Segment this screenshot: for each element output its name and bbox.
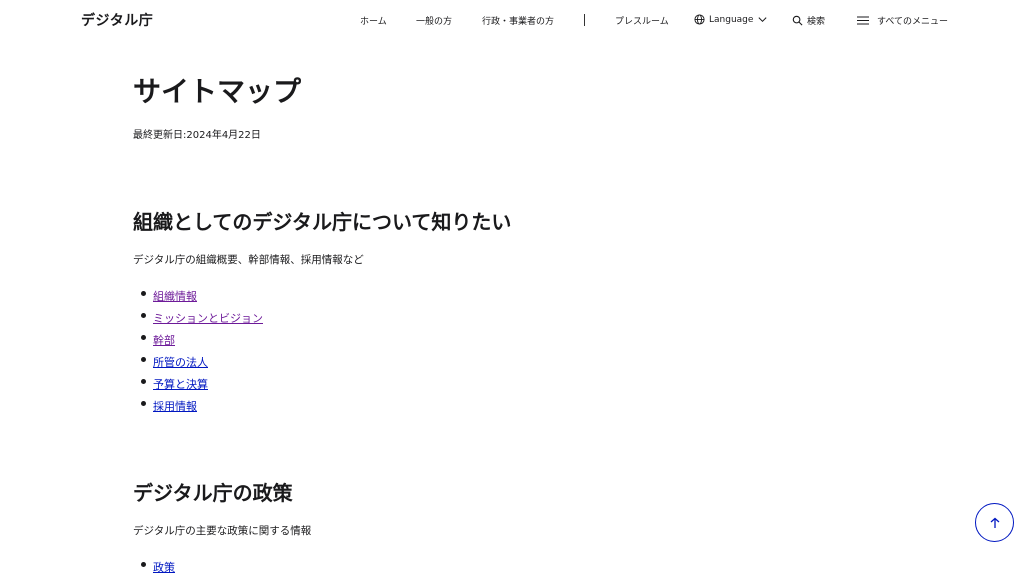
search-button[interactable]: 検索 <box>792 14 825 27</box>
globe-icon <box>694 14 705 25</box>
scroll-to-top-button[interactable] <box>975 503 1014 542</box>
all-menu-button[interactable]: すべてのメニュー <box>857 14 948 27</box>
nav-home[interactable]: ホーム <box>360 14 387 27</box>
all-menu-label: すべてのメニュー <box>877 17 949 27</box>
site-logo[interactable]: デジタル庁 <box>81 10 153 30</box>
link-organization-info[interactable]: 組織情報 <box>153 290 197 303</box>
list-item: 予算と決算 <box>133 373 263 395</box>
list-item: 政策 <box>133 556 175 578</box>
nav-press[interactable]: プレスルーム <box>615 14 669 27</box>
section-desc-policy: デジタル庁の主要な政策に関する情報 <box>133 525 312 537</box>
nav-divider <box>584 14 585 26</box>
link-list-organization: 組織情報 ミッションとビジョン 幹部 所管の法人 予算と決算 採用情報 <box>133 285 263 417</box>
list-item: ミッションとビジョン <box>133 307 263 329</box>
language-button[interactable]: Language <box>694 14 768 25</box>
arrow-up-icon <box>990 517 999 528</box>
page-title: サイトマップ <box>133 75 302 108</box>
link-budget[interactable]: 予算と決算 <box>153 378 208 391</box>
nav-business[interactable]: 行政・事業者の方 <box>482 14 554 27</box>
list-item: 組織情報 <box>133 285 263 307</box>
site-header: デジタル庁 ホーム 一般の方 行政・事業者の方 プレスルーム Language … <box>0 0 1024 42</box>
link-mission-vision[interactable]: ミッションとビジョン <box>153 312 263 325</box>
search-label: 検索 <box>807 17 826 27</box>
link-executives[interactable]: 幹部 <box>153 334 175 347</box>
link-recruitment[interactable]: 採用情報 <box>153 400 197 413</box>
hamburger-icon <box>857 15 869 26</box>
search-icon <box>792 15 803 26</box>
nav-general[interactable]: 一般の方 <box>416 14 452 27</box>
chevron-down-icon <box>757 14 768 25</box>
section-title-organization: 組織としてのデジタル庁について知りたい <box>133 210 512 234</box>
list-item: 幹部 <box>133 329 263 351</box>
list-item: 所管の法人 <box>133 351 263 373</box>
link-policy[interactable]: 政策 <box>153 561 175 574</box>
section-desc-organization: デジタル庁の組織概要、幹部情報、採用情報など <box>133 254 364 266</box>
last-updated: 最終更新日:2024年4月22日 <box>133 130 261 141</box>
link-corporations[interactable]: 所管の法人 <box>153 356 208 369</box>
section-title-policy: デジタル庁の政策 <box>133 481 293 505</box>
list-item: 採用情報 <box>133 395 263 417</box>
language-label: Language <box>709 14 754 25</box>
link-list-policy: 政策 <box>133 556 175 578</box>
